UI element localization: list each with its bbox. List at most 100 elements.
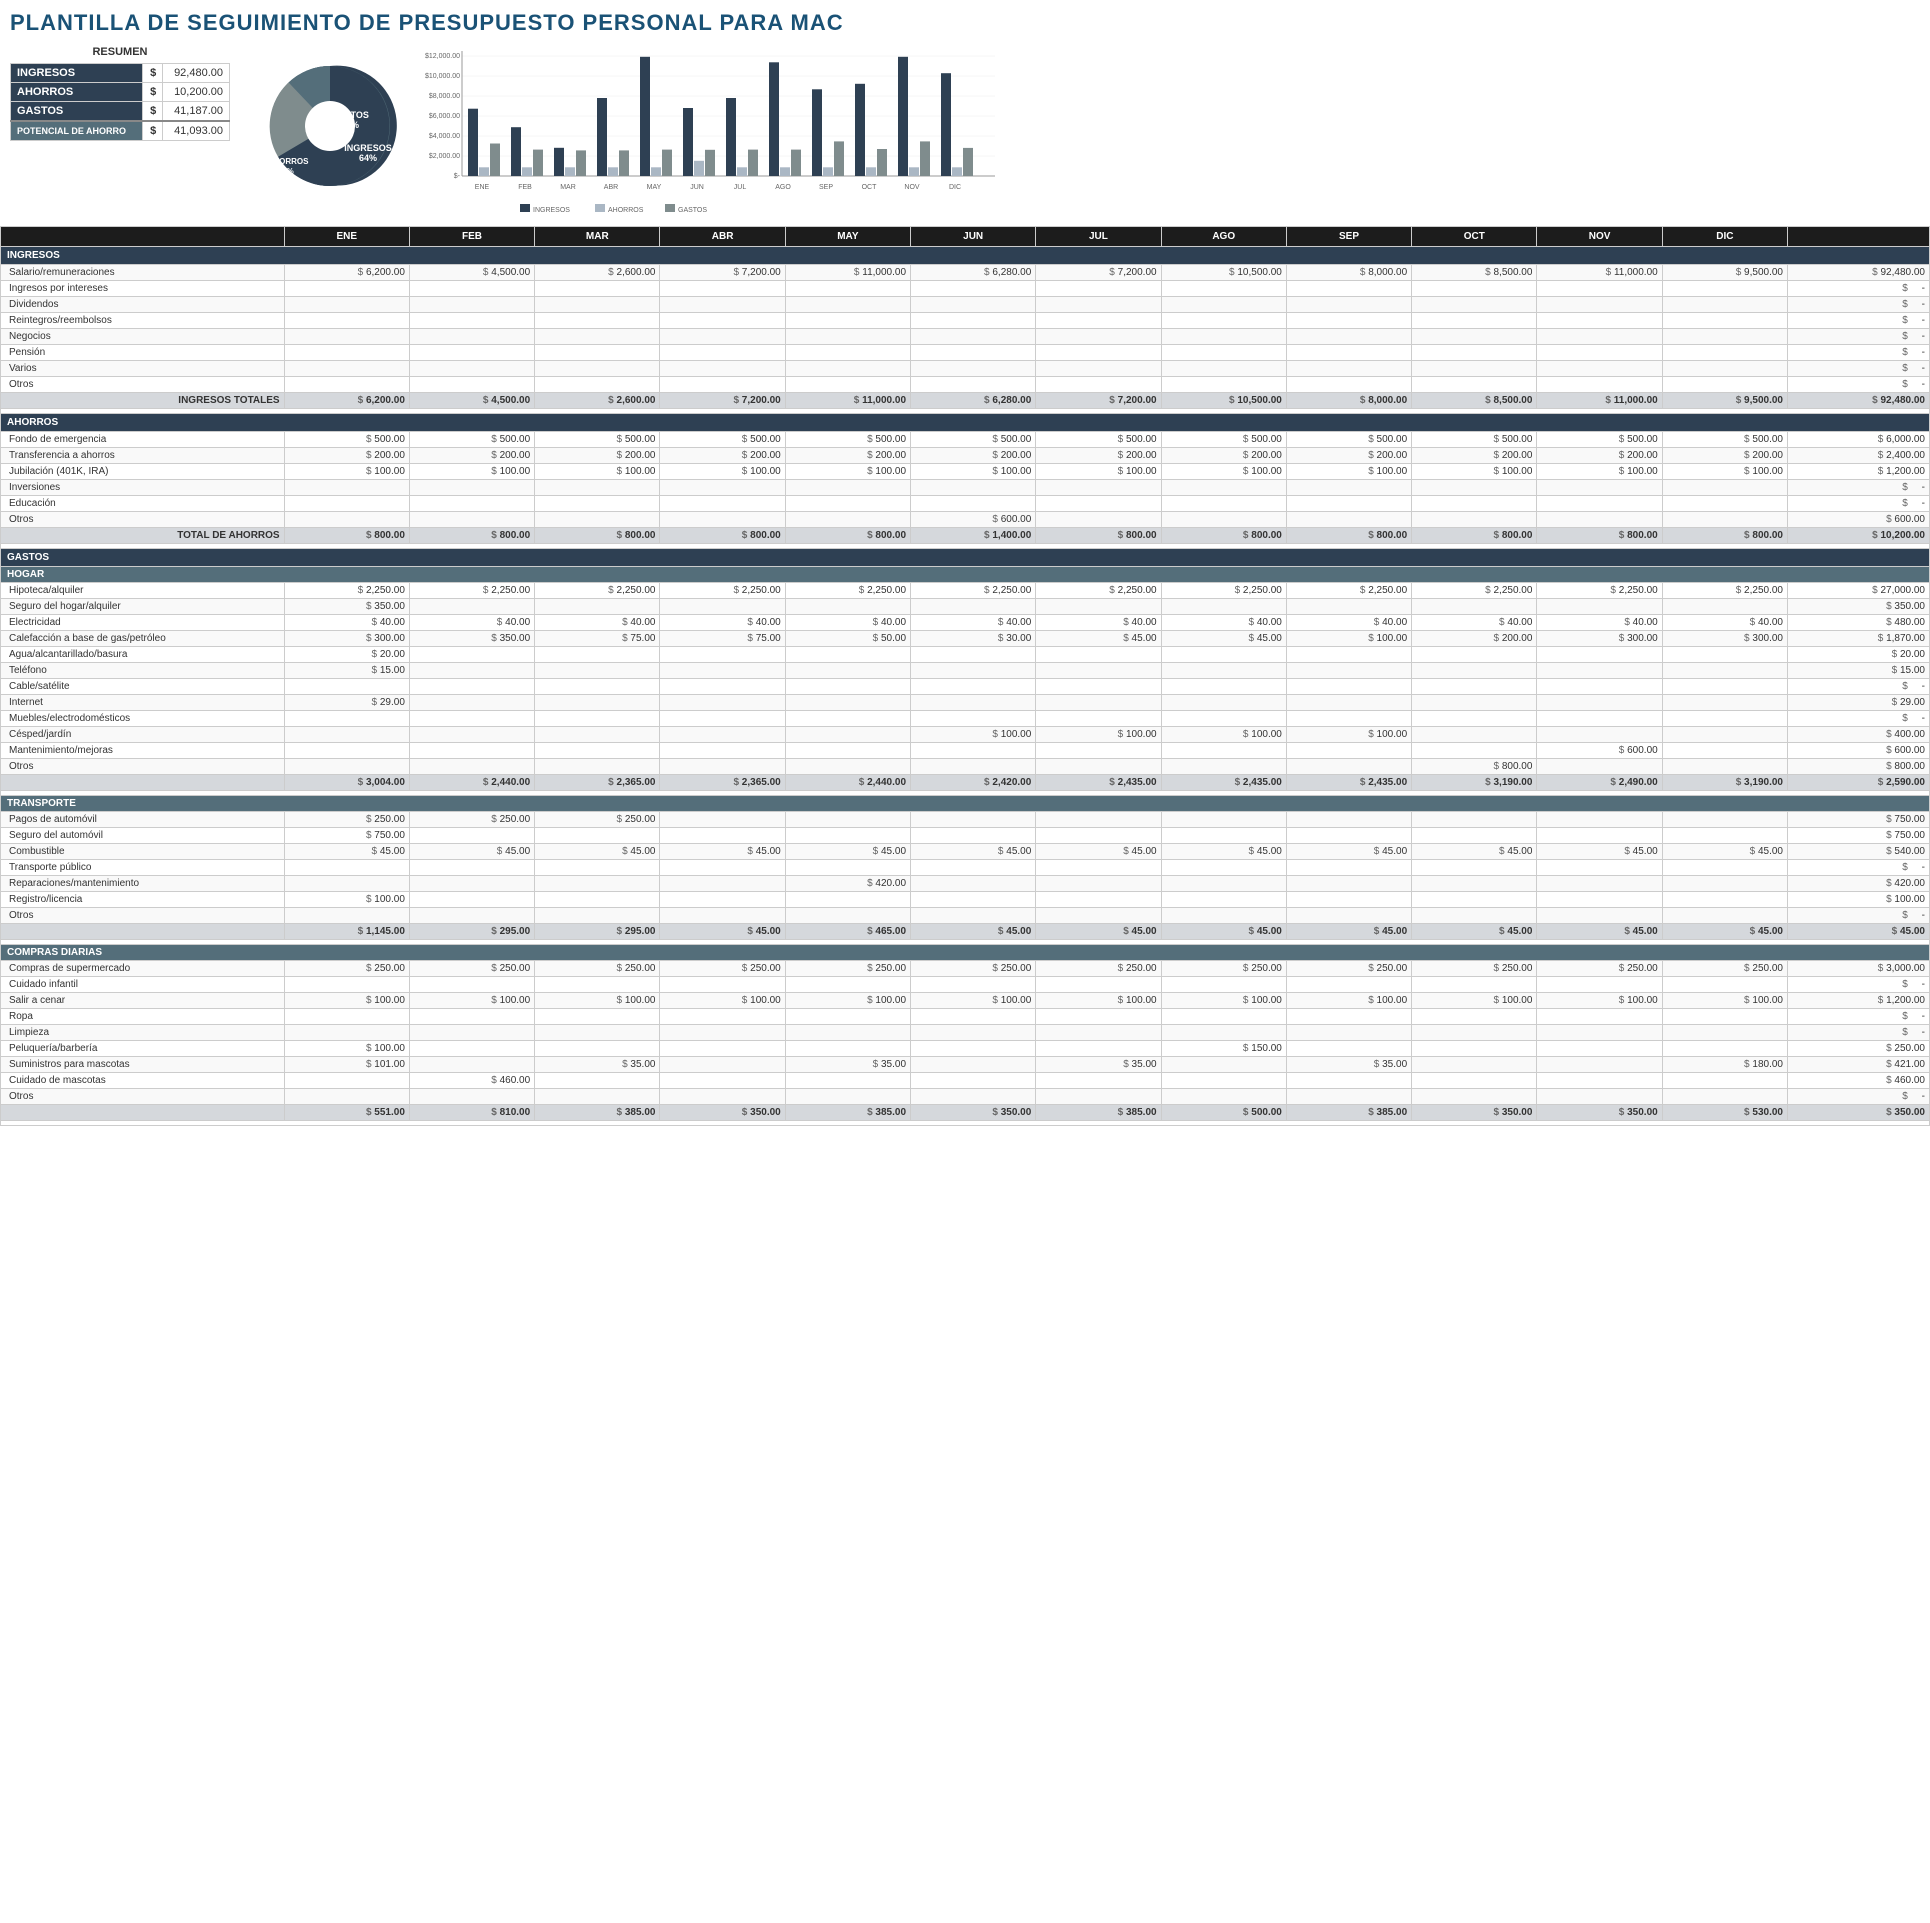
table-row: Calefacción a base de gas/petróleo$ 300.… — [1, 631, 1930, 647]
svg-text:FEB: FEB — [518, 184, 532, 191]
table-row: Reintegros/reembolsos$ - — [1, 313, 1930, 329]
total-row: $ 551.00$ 810.00$ 385.00$ 350.00$ 385.00… — [1, 1105, 1930, 1121]
header-oct: OCT — [1412, 227, 1537, 247]
empty-row — [1, 1121, 1930, 1126]
resumen-title: RESUMEN — [10, 46, 230, 58]
svg-text:ENE: ENE — [475, 184, 490, 191]
table-row: Teléfono$ 15.00$ 15.00 — [1, 663, 1930, 679]
table-row: Negocios$ - — [1, 329, 1930, 345]
month-header-row: ENE FEB MAR ABR MAY JUN JUL AGO SEP OCT … — [1, 227, 1930, 247]
subsection-header: HOGAR — [1, 567, 1930, 583]
table-row: Cuidado de mascotas$ 460.00$ 460.00 — [1, 1073, 1930, 1089]
table-row: Mantenimiento/mejoras$ 600.00$ 600.00 — [1, 743, 1930, 759]
svg-text:OCT: OCT — [862, 184, 878, 191]
total-row: $ 3,004.00$ 2,440.00$ 2,365.00$ 2,365.00… — [1, 775, 1930, 791]
svg-text:JUL: JUL — [734, 184, 747, 191]
table-row: Ropa$ - — [1, 1009, 1930, 1025]
table-row: Inversiones$ - — [1, 480, 1930, 496]
section-header: INGRESOS — [1, 247, 1930, 265]
header-dic: DIC — [1662, 227, 1787, 247]
table-row: Otros$ 800.00$ 800.00 — [1, 759, 1930, 775]
table-row: Internet$ 29.00$ 29.00 — [1, 695, 1930, 711]
table-row: Transporte público$ - — [1, 860, 1930, 876]
svg-text:$10,000.00: $10,000.00 — [425, 73, 460, 80]
total-row: $ 1,145.00$ 295.00$ 295.00$ 45.00$ 465.0… — [1, 924, 1930, 940]
svg-text:$2,000.00: $2,000.00 — [429, 153, 460, 160]
table-row: Educación$ - — [1, 496, 1930, 512]
table-row: Registro/licencia$ 100.00$ 100.00 — [1, 892, 1930, 908]
resumen-gastos-symbol: $ — [142, 102, 163, 122]
svg-text:$4,000.00: $4,000.00 — [429, 133, 460, 140]
main-spreadsheet: ENE FEB MAR ABR MAY JUN JUL AGO SEP OCT … — [0, 226, 1930, 1126]
subsection-header: COMPRAS DIARIAS — [1, 945, 1930, 961]
table-row: Electricidad$ 40.00$ 40.00$ 40.00$ 40.00… — [1, 615, 1930, 631]
table-row: Pensión$ - — [1, 345, 1930, 361]
resumen-potencial-value: 41,093.00 — [163, 121, 230, 141]
header-total — [1787, 227, 1929, 247]
header-mar: MAR — [535, 227, 660, 247]
table-row: Compras de supermercado$ 250.00$ 250.00$… — [1, 961, 1930, 977]
pie-chart: GASTOS 29% AHORROS 7% INGRESOS 64% — [250, 46, 410, 206]
table-row: Limpieza$ - — [1, 1025, 1930, 1041]
resumen-ahorros-label: AHORROS — [11, 83, 143, 102]
table-row: Césped/jardín$ 100.00$ 100.00$ 100.00$ 1… — [1, 727, 1930, 743]
svg-text:GASTOS: GASTOS — [678, 207, 707, 214]
table-row: Varios$ - — [1, 361, 1930, 377]
resumen-ahorros-value: 10,200.00 — [163, 83, 230, 102]
svg-text:AHORROS: AHORROS — [608, 207, 644, 214]
table-row: Pagos de automóvil$ 250.00$ 250.00$ 250.… — [1, 812, 1930, 828]
table-row: Hipoteca/alquiler$ 2,250.00$ 2,250.00$ 2… — [1, 583, 1930, 599]
bar-chart: $12,000.00 $10,000.00 $8,000.00 $6,000.0… — [420, 46, 1000, 221]
svg-text:$6,000.00: $6,000.00 — [429, 113, 460, 120]
table-row: Ingresos por intereses$ - — [1, 281, 1930, 297]
table-row: Otros$ - — [1, 908, 1930, 924]
table-row: Dividendos$ - — [1, 297, 1930, 313]
resumen-ingresos-value: 92,480.00 — [163, 64, 230, 83]
table-row: Transferencia a ahorros$ 200.00$ 200.00$… — [1, 448, 1930, 464]
svg-text:7%: 7% — [282, 167, 294, 176]
resumen-ingresos-symbol: $ — [142, 64, 163, 83]
table-row: Otros$ - — [1, 1089, 1930, 1105]
section-header: AHORROS — [1, 414, 1930, 432]
resumen-potencial-label: POTENCIAL DE AHORRO — [11, 121, 143, 141]
svg-text:GASTOS: GASTOS — [331, 110, 369, 120]
svg-text:DIC: DIC — [949, 184, 961, 191]
svg-text:$12,000.00: $12,000.00 — [425, 53, 460, 60]
svg-text:29%: 29% — [341, 120, 359, 130]
svg-text:MAR: MAR — [560, 184, 576, 191]
svg-text:$-: $- — [454, 173, 461, 180]
table-row: Otros$ - — [1, 377, 1930, 393]
header-sep: SEP — [1286, 227, 1411, 247]
resumen-table: INGRESOS $ 92,480.00 AHORROS $ 10,200.00… — [10, 63, 230, 141]
header-feb: FEB — [409, 227, 534, 247]
total-row: INGRESOS TOTALES$ 6,200.00$ 4,500.00$ 2,… — [1, 393, 1930, 409]
svg-text:MAY: MAY — [647, 184, 662, 191]
resumen-gastos-label: GASTOS — [11, 102, 143, 122]
header-jun: JUN — [911, 227, 1036, 247]
total-row: TOTAL DE AHORROS$ 800.00$ 800.00$ 800.00… — [1, 528, 1930, 544]
table-row: Combustible$ 45.00$ 45.00$ 45.00$ 45.00$… — [1, 844, 1930, 860]
header-ago: AGO — [1161, 227, 1286, 247]
svg-text:AGO: AGO — [775, 184, 791, 191]
svg-text:$8,000.00: $8,000.00 — [429, 93, 460, 100]
svg-text:64%: 64% — [359, 153, 377, 163]
resumen-ahorros-symbol: $ — [142, 83, 163, 102]
svg-text:AHORROS: AHORROS — [268, 157, 310, 166]
resumen-potencial-symbol: $ — [142, 121, 163, 141]
resumen-gastos-value: 41,187.00 — [163, 102, 230, 122]
table-row: Muebles/electrodomésticos$ - — [1, 711, 1930, 727]
table-row: Salario/remuneraciones$ 6,200.00$ 4,500.… — [1, 265, 1930, 281]
table-row: Seguro del automóvil$ 750.00$ 750.00 — [1, 828, 1930, 844]
table-row: Reparaciones/mantenimiento$ 420.00$ 420.… — [1, 876, 1930, 892]
svg-text:JUN: JUN — [690, 184, 704, 191]
table-row: Fondo de emergencia$ 500.00$ 500.00$ 500… — [1, 432, 1930, 448]
table-row: Salir a cenar$ 100.00$ 100.00$ 100.00$ 1… — [1, 993, 1930, 1009]
resumen-ingresos-label: INGRESOS — [11, 64, 143, 83]
header-may: MAY — [785, 227, 910, 247]
table-row: Seguro del hogar/alquiler$ 350.00$ 350.0… — [1, 599, 1930, 615]
svg-text:INGRESOS: INGRESOS — [533, 207, 570, 214]
header-nov: NOV — [1537, 227, 1662, 247]
table-row: Otros$ 600.00$ 600.00 — [1, 512, 1930, 528]
table-row: Cuidado infantil$ - — [1, 977, 1930, 993]
header-empty — [1, 227, 285, 247]
